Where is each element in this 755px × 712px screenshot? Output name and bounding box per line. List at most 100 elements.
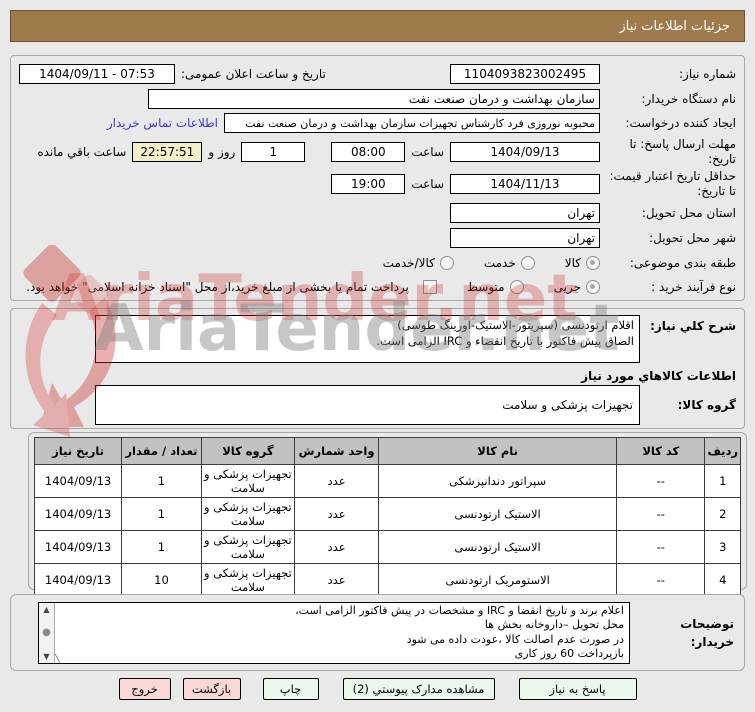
buyer-contact-link[interactable]: اطلاعات تماس خریدار (107, 116, 218, 130)
goods-table-header: ردیف (704, 437, 741, 465)
view-attachments-button[interactable]: مشاهده مدارک پیوستي (2) (342, 678, 495, 700)
table-cell: عدد (293, 464, 380, 498)
table-cell: 1404/09/13 (33, 563, 123, 597)
need-number-row: شماره نیاز: 1104093823002495 تاریخ و ساع… (19, 63, 736, 85)
radio-option-service[interactable]: خدمت (484, 256, 535, 270)
table-cell: -- (616, 464, 706, 498)
resize-handle-icon: ╲ (55, 653, 60, 663)
radio-icon[interactable] (439, 256, 454, 270)
subject-class-label: طبقه بندی موضوعی: (629, 255, 736, 270)
table-cell: 3 (704, 530, 741, 564)
table-cell: سپراتور دندانپزشکی (378, 464, 618, 498)
table-cell: عدد (293, 530, 380, 564)
price-validity-row: حداقل تاریخ اعتبار قیمت: تا تاریخ: 1404/… (19, 168, 736, 200)
respond-to-need-button[interactable]: پاسخ به نیاز (518, 678, 637, 700)
table-cell: -- (616, 563, 706, 597)
exit-button[interactable]: خروج (118, 678, 171, 700)
scroll-thumb-icon[interactable]: ● (42, 627, 51, 638)
goods-table-header: کد کالا (616, 437, 706, 465)
table-row: 4 -- الاستومریک ارتودنسی عدد تجهیزات پزشکی و… (33, 563, 741, 597)
radio-icon[interactable] (586, 280, 600, 294)
table-cell: تجهیزات پزشکی و سلامت (200, 563, 296, 597)
main-form-panel: شماره نیاز: 1104093823002495 تاریخ و ساع… (10, 55, 745, 301)
table-cell: -- (616, 530, 706, 564)
need-number-field[interactable]: 1104093823002495 (450, 64, 600, 84)
response-deadline-row: مهلت ارسال پاسخ: تا تاریخ: 1404/09/13 سا… (19, 136, 736, 168)
response-deadline-label: مهلت ارسال پاسخ: تا تاریخ: (629, 137, 736, 166)
table-row: 1 -- سپراتور دندانپزشکی عدد تجهیزات پزشکی و … (33, 464, 741, 498)
notes-scrollbar[interactable]: ▲ ● ▼ (39, 602, 55, 663)
goods-table-header: واحد شمارش (293, 437, 380, 465)
radio-icon[interactable] (509, 280, 524, 294)
buyer-org-row: نام دستگاه خریدار: سازمان بهداشت و درمان… (19, 88, 736, 110)
goods-group-field[interactable]: تجهیزات پزشکی و سلامت (95, 385, 640, 425)
goods-table: ردیف کد کالا نام کالا واحد شمارش گروه کالا تع… (33, 437, 741, 597)
page-title: جزئیات اطلاعات نیاز (10, 10, 745, 42)
request-creator-field[interactable]: محبوبه نوروزی فرد کارشناس تجهیزات سازمان… (224, 113, 600, 133)
back-button[interactable]: بازگشت (182, 678, 241, 700)
table-cell: عدد (293, 497, 380, 531)
table-cell: 1 (121, 530, 202, 564)
goods-table-header: تاریخ نیاز (33, 437, 123, 465)
radio-icon[interactable] (586, 256, 600, 270)
remaining-days-field: 1 (241, 142, 306, 162)
table-cell: الاستیک ارتودنسی (378, 497, 618, 531)
table-cell: عدد (293, 563, 380, 597)
radio-option-label: متوسط (466, 280, 505, 294)
radio-option-goods-service[interactable]: کالا/خدمت (383, 256, 454, 270)
goods-table-head-row: ردیف کد کالا نام کالا واحد شمارش گروه کالا تع… (33, 437, 741, 465)
radio-icon[interactable] (520, 256, 535, 270)
buyer-org-field[interactable]: سازمان بهداشت و درمان صنعت نفت (148, 89, 600, 109)
table-cell: -- (616, 497, 706, 531)
subject-class-row: طبقه بندی موضوعی: کالا خدمت کالا/خدمت (19, 252, 736, 274)
goods-table-panel: ردیف کد کالا نام کالا واحد شمارش گروه کالا تع… (28, 432, 747, 597)
remaining-time-field: 22:57:51 (132, 142, 203, 162)
response-deadline-time-label: ساعت (411, 145, 444, 159)
print-button[interactable]: چاپ (262, 678, 319, 700)
need-number-label: شماره نیاز: (679, 66, 736, 81)
table-cell: 10 (121, 563, 202, 597)
description-panel: شرح کلي نیاز: اقلام ارتودنسی (سپریتور-ال… (10, 308, 745, 429)
table-cell: 1 (121, 497, 202, 531)
buyer-notes-text[interactable]: اعلام برند و تاریخ انقضا و IRC و مشخصات … (55, 603, 629, 663)
response-deadline-time-field[interactable]: 08:00 (331, 142, 406, 162)
price-validity-date-field[interactable]: 1404/11/13 (450, 174, 600, 194)
city-field[interactable]: تهران (450, 228, 600, 248)
table-cell: تجهیزات پزشکی و سلامت (200, 530, 296, 564)
table-cell: 1 (704, 464, 741, 498)
radio-option-goods[interactable]: کالا (565, 256, 600, 270)
city-row: شهر محل تحویل: تهران (19, 227, 736, 249)
radio-option-medium[interactable]: متوسط (467, 280, 524, 294)
process-type-label: نوع فرآیند خرید : (651, 279, 736, 294)
table-row: 3 -- الاستیک ارتودنسی عدد تجهیزات پزشکی و سل… (33, 530, 741, 564)
province-row: استان محل تحویل: تهران (19, 202, 736, 224)
general-description-row: شرح کلي نیاز: اقلام ارتودنسی (سپریتور-ال… (19, 315, 736, 365)
goods-group-label: گروه کالا: (677, 398, 736, 412)
price-validity-time-label: ساعت (411, 177, 444, 191)
radio-option-minor[interactable]: جزیی (554, 280, 600, 294)
need-details-page: جزئیات اطلاعات نیاز شماره نیاز: 11040938… (0, 0, 755, 712)
scroll-up-icon[interactable]: ▲ (43, 605, 49, 614)
radio-option-label: جزیی (553, 280, 581, 294)
city-label: شهر محل تحویل: (649, 230, 736, 245)
announce-datetime-label: تاریخ و ساعت اعلان عمومی: (181, 67, 326, 81)
province-label: استان محل تحویل: (641, 205, 736, 220)
announce-datetime-field[interactable]: 1404/09/11 - 07:53 (19, 64, 175, 84)
treasury-checkbox[interactable] (422, 280, 437, 294)
radio-option-label: کالا/خدمت (382, 256, 435, 270)
process-type-row: نوع فرآیند خرید : جزیی متوسط پرداخت تمام… (19, 276, 736, 298)
remaining-suffix-label: ساعت باقي مانده (37, 145, 127, 159)
table-cell: تجهیزات پزشکی و سلامت (200, 464, 296, 498)
price-validity-time-field[interactable]: 19:00 (331, 174, 406, 194)
radio-option-label: خدمت (483, 256, 516, 270)
table-row: 2 -- الاستیک ارتودنسی عدد تجهیزات پزشکی و سل… (33, 497, 741, 531)
scroll-down-icon[interactable]: ▼ (43, 652, 49, 661)
general-description-textarea[interactable]: اقلام ارتودنسی (سپریتور-الاستیک-اورینگ ط… (95, 315, 640, 363)
province-field[interactable]: تهران (450, 203, 600, 223)
buyer-notes-label: توضیحات خریدار: (680, 616, 734, 649)
table-cell: 1404/09/13 (33, 530, 123, 564)
goods-info-header: اطلاعات کالاهاي مورد نیاز (581, 369, 736, 383)
response-deadline-date-field[interactable]: 1404/09/13 (450, 142, 600, 162)
table-cell: تجهیزات پزشکی و سلامت (200, 497, 296, 531)
goods-table-header: گروه کالا (200, 437, 296, 465)
